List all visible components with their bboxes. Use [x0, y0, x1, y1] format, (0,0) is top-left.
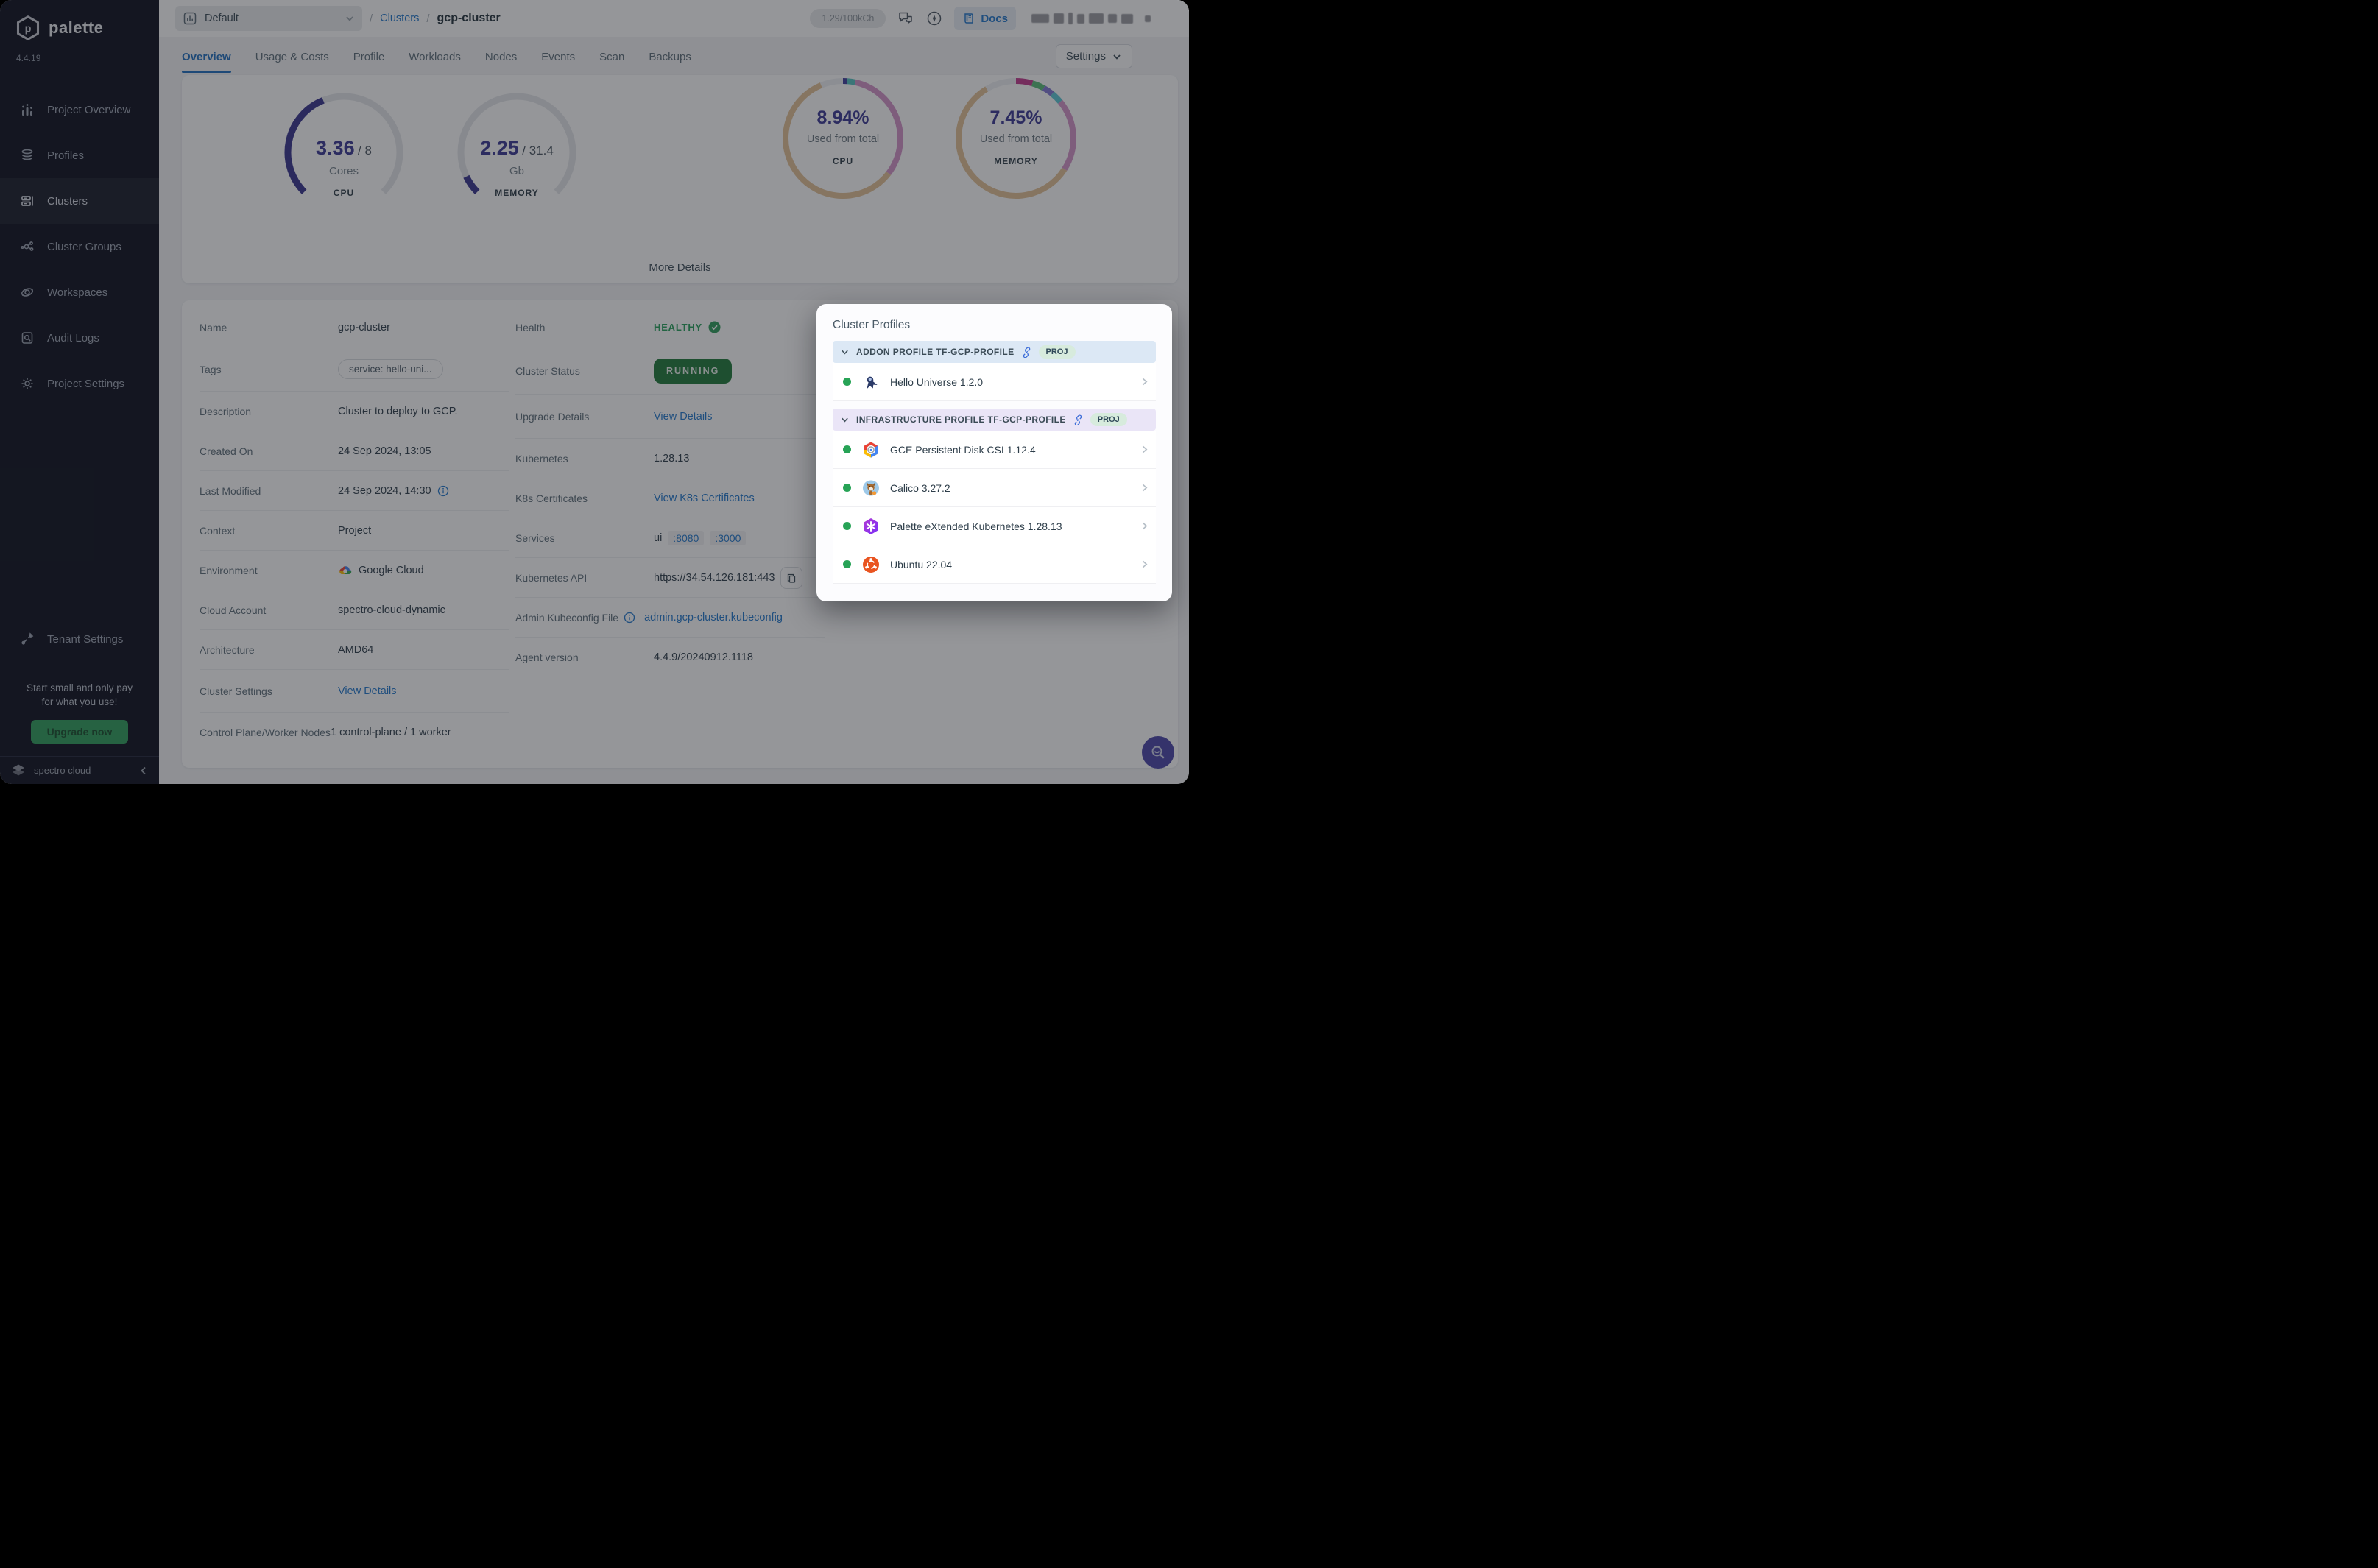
- chevron-right-icon: [1139, 520, 1150, 532]
- palette-kubernetes-icon: [861, 517, 881, 536]
- scope-badge: PROJ: [1090, 413, 1127, 426]
- profile-pack-pxk[interactable]: Palette eXtended Kubernetes 1.28.13: [833, 507, 1156, 545]
- chevron-right-icon: [1139, 559, 1150, 570]
- link-icon: [1073, 414, 1084, 425]
- link-icon: [1021, 347, 1032, 358]
- cluster-profiles-title: Cluster Profiles: [833, 319, 1156, 332]
- profile-header-label: ADDON PROFILE TF-GCP-PROFILE: [856, 347, 1015, 357]
- profile-pack-calico[interactable]: Calico 3.27.2: [833, 469, 1156, 507]
- pack-name: GCE Persistent Disk CSI 1.12.4: [890, 444, 1139, 456]
- gce-persistent-disk-icon: [861, 440, 881, 459]
- pack-status-dot: [843, 445, 851, 453]
- profile-header-label: INFRASTRUCTURE PROFILE TF-GCP-PROFILE: [856, 414, 1066, 425]
- ubuntu-icon: [861, 555, 881, 574]
- pack-status-dot: [843, 560, 851, 568]
- profile-pack-ubuntu[interactable]: Ubuntu 22.04: [833, 545, 1156, 584]
- pack-status-dot: [843, 484, 851, 492]
- scope-badge: PROJ: [1039, 345, 1076, 359]
- app-window: p palette 4.4.19 Project Overview Profil…: [0, 0, 1189, 784]
- chevron-right-icon: [1139, 376, 1150, 387]
- profile-pack-hello-universe[interactable]: Hello Universe 1.2.0: [833, 363, 1156, 401]
- addon-profile-header[interactable]: ADDON PROFILE TF-GCP-PROFILE PROJ: [833, 341, 1156, 363]
- hello-universe-icon: [861, 372, 881, 392]
- chevron-down-icon: [840, 415, 850, 425]
- profile-pack-gce-csi[interactable]: GCE Persistent Disk CSI 1.12.4: [833, 431, 1156, 469]
- pack-name: Hello Universe 1.2.0: [890, 376, 1139, 388]
- pack-name: Calico 3.27.2: [890, 482, 1139, 494]
- pack-name: Palette eXtended Kubernetes 1.28.13: [890, 520, 1139, 532]
- pack-name: Ubuntu 22.04: [890, 559, 1139, 571]
- cluster-profiles-panel: Cluster Profiles ADDON PROFILE TF-GCP-PR…: [816, 304, 1172, 601]
- chevron-right-icon: [1139, 482, 1150, 493]
- chevron-right-icon: [1139, 444, 1150, 455]
- chevron-down-icon: [840, 347, 850, 357]
- calico-icon: [861, 478, 881, 498]
- pack-status-dot: [843, 378, 851, 386]
- pack-status-dot: [843, 522, 851, 530]
- infrastructure-profile-header[interactable]: INFRASTRUCTURE PROFILE TF-GCP-PROFILE PR…: [833, 409, 1156, 431]
